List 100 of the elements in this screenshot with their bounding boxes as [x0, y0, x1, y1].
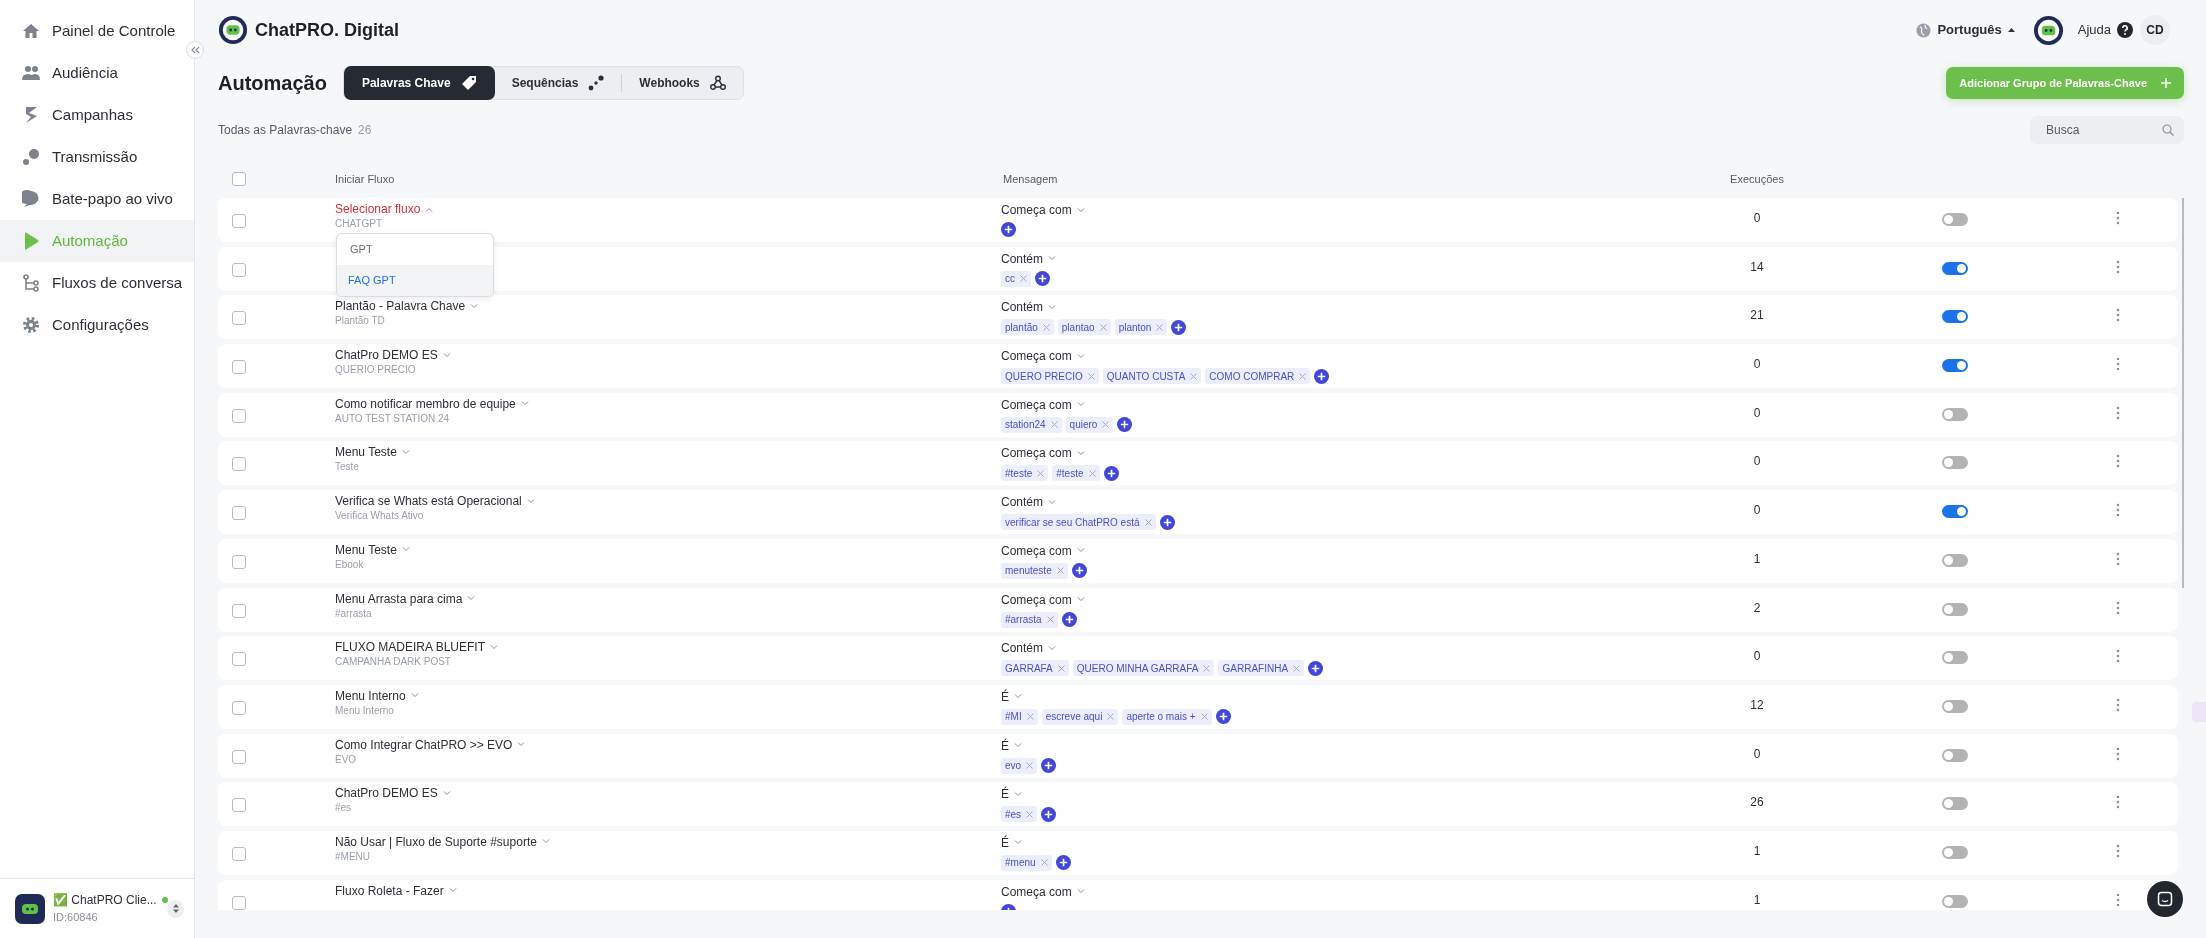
match-type-select[interactable]: É — [1001, 833, 1661, 852]
more-options-button[interactable] — [2116, 795, 2120, 810]
toggle-switch[interactable] — [1942, 505, 1968, 519]
match-type-select[interactable]: Começa com — [1001, 882, 1661, 901]
flow-select[interactable]: ChatPro DEMO ES — [335, 348, 1001, 363]
row-checkbox[interactable] — [232, 311, 246, 326]
row-checkbox[interactable] — [232, 408, 246, 423]
match-type-select[interactable]: Contém — [1001, 298, 1661, 317]
more-options-button[interactable] — [2116, 357, 2120, 372]
search-field[interactable]: Busca — [2030, 116, 2184, 144]
more-options-button[interactable] — [2116, 405, 2120, 420]
flow-select[interactable]: Menu Interno — [335, 688, 1001, 703]
more-options-button[interactable] — [2116, 503, 2120, 518]
toggle-switch[interactable] — [1942, 456, 1968, 470]
search-icon — [2162, 124, 2174, 136]
account-switch-button[interactable] — [167, 899, 184, 918]
row-checkbox[interactable] — [232, 749, 246, 764]
more-options-button[interactable] — [2116, 308, 2120, 323]
scrollbar[interactable] — [2182, 198, 2184, 588]
user-avatar[interactable]: CD — [2140, 15, 2170, 45]
toggle-switch[interactable] — [1942, 310, 1968, 324]
match-type-select[interactable]: Começa com — [1001, 444, 1661, 463]
more-options-button[interactable] — [2116, 600, 2120, 615]
row-checkbox[interactable] — [232, 262, 246, 277]
row-checkbox[interactable] — [232, 506, 246, 521]
more-options-button[interactable] — [2116, 551, 2120, 566]
language-selector[interactable]: Português — [1916, 20, 2015, 40]
match-type-select[interactable]: Começa com — [1001, 590, 1661, 609]
row-checkbox[interactable] — [232, 214, 246, 228]
flow-select[interactable]: FLUXO MADEIRA BLUEFIT — [335, 640, 1001, 655]
toggle-switch[interactable] — [1942, 651, 1968, 665]
toggle-switch[interactable] — [1942, 213, 1968, 226]
flow-select[interactable]: Selecionar fluxo — [335, 202, 1001, 216]
match-type-select[interactable]: Contém — [1001, 493, 1661, 512]
row-checkbox[interactable] — [232, 457, 246, 472]
flow-select[interactable]: Como notificar membro de equipe — [335, 396, 1001, 411]
flow-select[interactable]: Menu Teste — [335, 445, 1001, 460]
match-type-select[interactable]: Começa com — [1001, 395, 1661, 414]
row-checkbox[interactable] — [232, 846, 246, 861]
flow-select[interactable]: Plantão - Palavra Chave — [335, 299, 1001, 314]
row-checkbox[interactable] — [232, 700, 246, 715]
sidebar-item[interactable]: Audiência — [0, 52, 194, 94]
match-type-select[interactable]: É — [1001, 785, 1661, 804]
more-options-button[interactable] — [2116, 454, 2120, 469]
tab[interactable]: Palavras Chave — [343, 66, 495, 100]
select-all-checkbox[interactable] — [232, 172, 246, 186]
sidebar-item[interactable]: Transmissão — [0, 136, 194, 178]
match-type-select[interactable]: Contém — [1001, 249, 1661, 268]
add-keyword-icon — [1314, 368, 1330, 384]
more-options-button[interactable] — [2116, 649, 2120, 664]
row-checkbox[interactable] — [232, 798, 246, 813]
toggle-switch[interactable] — [1942, 894, 1968, 908]
more-options-button[interactable] — [2116, 697, 2120, 712]
chevron-down-icon — [467, 596, 476, 601]
account-id: ID:60846 — [53, 910, 99, 926]
sidebar-item[interactable]: Campanhas — [0, 94, 194, 136]
toggle-switch[interactable] — [1942, 261, 1968, 275]
flow-select[interactable]: Menu Arrasta para cima — [335, 591, 1001, 606]
flow-select[interactable]: Não Usar | Fluxo de Suporte #suporte — [335, 834, 1001, 849]
row-checkbox[interactable] — [232, 554, 246, 569]
more-options-button[interactable] — [2116, 746, 2120, 761]
flow-select[interactable]: Verifica se Whats está Operacional — [335, 494, 1001, 509]
row-checkbox[interactable] — [232, 603, 246, 618]
more-options-button[interactable] — [2116, 211, 2120, 225]
sidebar-item[interactable]: Fluxos de conversa — [0, 262, 194, 304]
collapse-button[interactable] — [186, 41, 204, 59]
flow-select[interactable]: ChatPro DEMO ES — [335, 786, 1001, 801]
more-options-button[interactable] — [2116, 843, 2120, 858]
toggle-switch[interactable] — [1942, 845, 1968, 859]
execution-count: 0 — [1753, 454, 1761, 469]
flow-select[interactable]: Fluxo Roleta - Fazer — [335, 883, 1001, 898]
flow-select[interactable]: Como Integrar ChatPRO >> EVO — [335, 737, 1001, 752]
more-options-button[interactable] — [2116, 892, 2120, 907]
row-checkbox[interactable] — [232, 652, 246, 667]
toggle-switch[interactable] — [1942, 602, 1968, 616]
row-checkbox[interactable] — [232, 360, 246, 375]
toggle-switch[interactable] — [1942, 699, 1968, 713]
toggle-switch[interactable] — [1942, 797, 1968, 811]
toggle-switch[interactable] — [1942, 359, 1968, 373]
toggle-switch[interactable] — [1942, 407, 1968, 421]
sidebar-item[interactable]: Configurações — [0, 304, 194, 346]
more-options-button[interactable] — [2116, 259, 2120, 274]
tab[interactable]: Sequências — [494, 66, 622, 100]
dropdown-option[interactable]: GPT — [337, 234, 493, 265]
match-type-select[interactable]: Começa com — [1001, 541, 1661, 560]
match-type-select[interactable]: Começa com — [1001, 201, 1661, 219]
toggle-switch[interactable] — [1942, 553, 1968, 567]
tab[interactable]: Webhooks — [622, 66, 743, 100]
row-checkbox[interactable] — [232, 895, 246, 910]
chat-button[interactable] — [2147, 881, 2183, 917]
match-type-select[interactable]: Contém — [1001, 639, 1661, 658]
toggle-switch[interactable] — [1942, 748, 1968, 762]
execution-count: 0 — [1753, 649, 1761, 664]
sidebar-item[interactable]: Bate-papo ao vivo — [0, 178, 194, 220]
match-type-select[interactable]: Começa com — [1001, 347, 1661, 366]
match-type-select[interactable]: É — [1001, 687, 1661, 706]
flow-select[interactable]: Menu Teste — [335, 542, 1001, 557]
sidebar-item[interactable]: Painel de Controle — [0, 10, 194, 52]
dropdown-option[interactable]: FAQ GPT — [337, 265, 493, 296]
match-type-select[interactable]: É — [1001, 736, 1661, 755]
